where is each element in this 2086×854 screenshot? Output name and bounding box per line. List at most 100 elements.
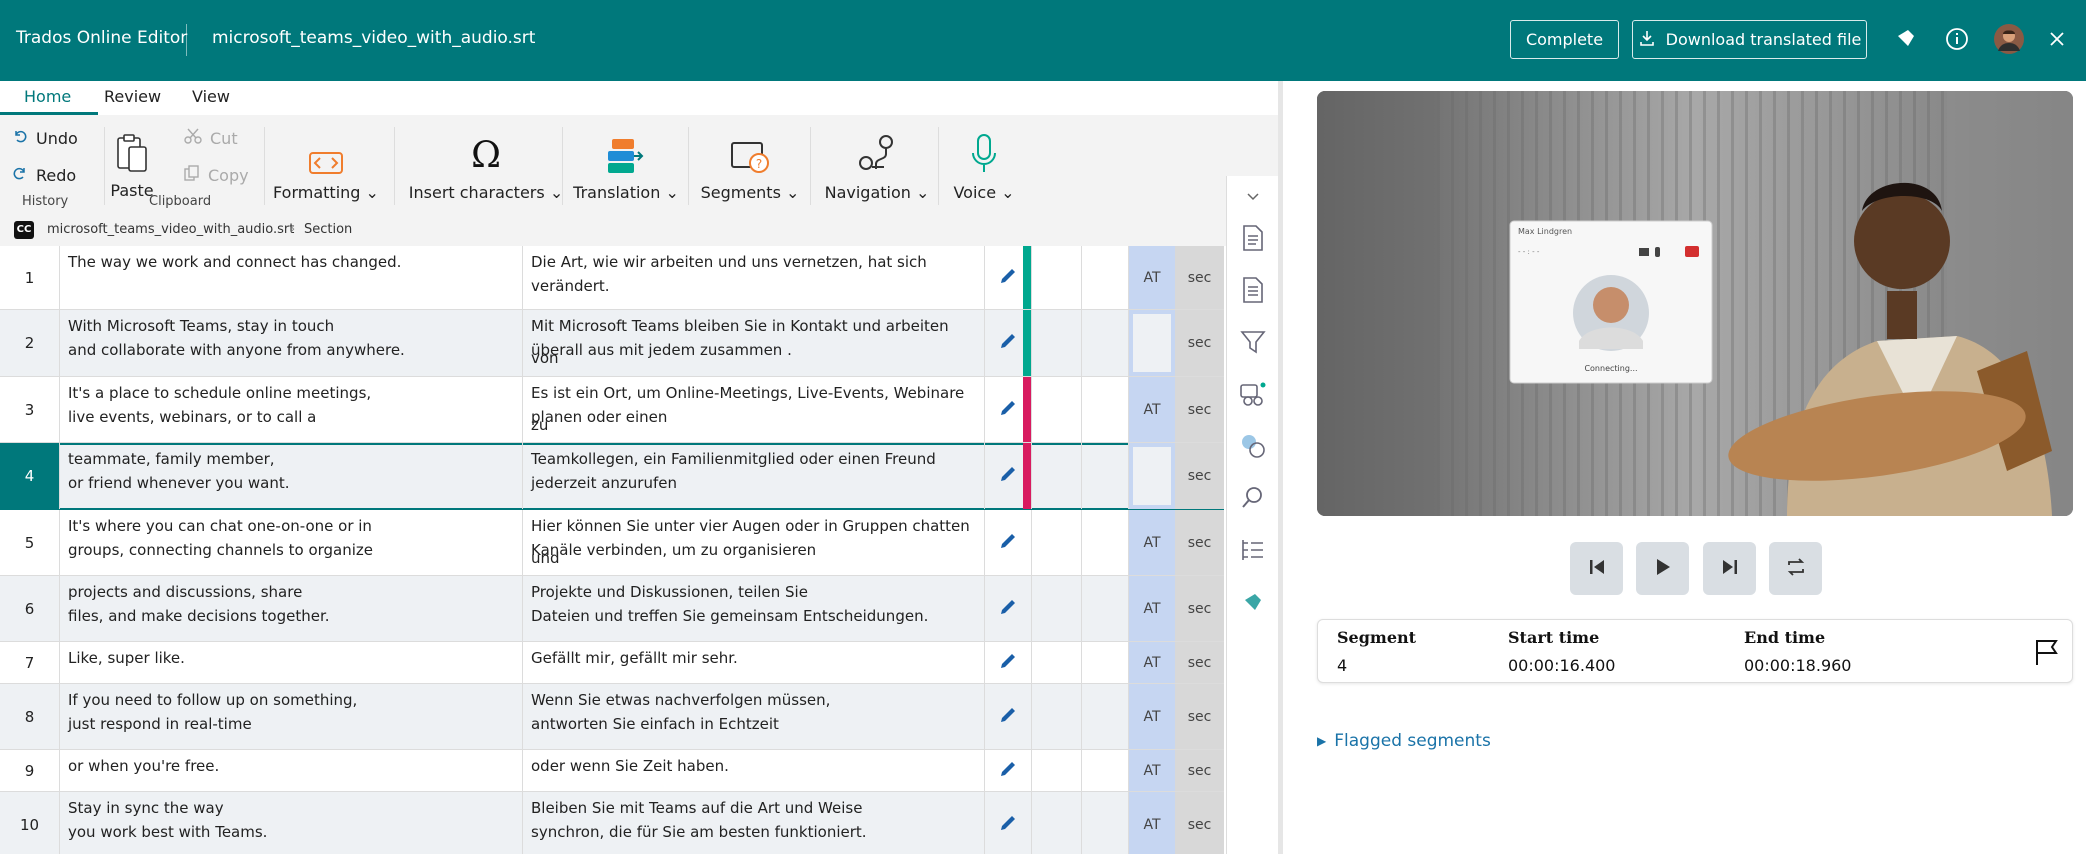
document-icon[interactable]: [1239, 224, 1267, 252]
segment-row[interactable]: 1 The way we work and connect has change…: [0, 246, 1224, 310]
breadcrumb-separator: ›: [290, 222, 296, 237]
next-segment-button[interactable]: [1703, 542, 1756, 595]
copy-button[interactable]: Copy: [184, 165, 249, 185]
previous-segment-button[interactable]: [1570, 542, 1623, 595]
flagged-segments-label: Flagged segments: [1334, 731, 1491, 751]
confirmation-status-bar: [1023, 377, 1031, 442]
segment-row[interactable]: 3 It's a place to schedule online meetin…: [0, 377, 1224, 443]
edit-segment-button[interactable]: [985, 750, 1032, 791]
status-label: AT: [1143, 762, 1161, 779]
voice-button[interactable]: Voice ⌄: [948, 125, 1020, 202]
navigation-button[interactable]: Navigation ⌄: [822, 125, 932, 202]
origin-cell: AT: [1129, 510, 1175, 575]
undo-button[interactable]: Undo: [12, 128, 78, 148]
segment-row[interactable]: 6 projects and discussions, share files, …: [0, 576, 1224, 642]
insert-characters-button[interactable]: Ω Insert characters ⌄: [406, 125, 566, 203]
ribbon-divider: [938, 127, 939, 205]
lock-column: [1082, 377, 1129, 442]
target-cell[interactable]: Bleiben Sie mit Teams auf die Art und We…: [523, 792, 985, 854]
omega-icon: Ω: [471, 135, 501, 176]
call-window-name: Max Lindgren: [1518, 227, 1572, 236]
segment-number: 10: [0, 792, 60, 854]
edit-segment-button[interactable]: [985, 684, 1032, 749]
tab-view[interactable]: View: [192, 87, 230, 106]
breadcrumb-section[interactable]: Section: [304, 222, 352, 237]
segment-row[interactable]: 8 If you need to follow up on something,…: [0, 684, 1224, 750]
svg-text:?: ?: [756, 157, 762, 171]
redo-button[interactable]: Redo: [12, 165, 76, 185]
segment-row[interactable]: 9 or when you're free. oder wenn Sie Zei…: [0, 750, 1224, 792]
document-list-icon[interactable]: [1239, 276, 1267, 304]
time-unit-cell: sec: [1175, 443, 1224, 509]
confirmation-status-bar: [1023, 310, 1031, 376]
comments-users-icon[interactable]: [1239, 432, 1267, 460]
flagged-segments-toggle[interactable]: ▶ Flagged segments: [1317, 731, 1491, 751]
target-cell[interactable]: Es ist ein Ort, um Online-Meetings, Live…: [523, 377, 985, 442]
tab-home[interactable]: Home: [24, 87, 71, 106]
video-player[interactable]: Max Lindgren - - : - - Connecting...: [1317, 91, 2073, 516]
complete-button[interactable]: Complete: [1510, 20, 1619, 59]
machine-translation-icon[interactable]: [1239, 380, 1267, 408]
video-frame: Max Lindgren - - : - - Connecting...: [1317, 91, 2073, 516]
formatting-button[interactable]: Formatting ⌄: [273, 125, 379, 202]
filter-icon[interactable]: [1239, 328, 1267, 356]
history-group-label: History: [22, 194, 69, 209]
close-icon[interactable]: [2040, 22, 2074, 56]
ribbon-divider: [104, 127, 105, 205]
target-cell[interactable]: oder wenn Sie Zeit haben.: [523, 750, 985, 791]
segments-button[interactable]: ? Segments ⌄: [700, 125, 800, 202]
ribbon-divider: [264, 127, 265, 205]
segment-number: 7: [0, 642, 60, 683]
edit-segment-button[interactable]: [985, 510, 1032, 575]
segment-row[interactable]: 4 teammate, family member, or friend when…: [0, 443, 1224, 510]
origin-cell: AT: [1129, 377, 1175, 442]
download-translated-file-button[interactable]: Download translated file: [1632, 20, 1867, 59]
breadcrumb-file[interactable]: microsoft_teams_video_with_audio.srt: [47, 222, 294, 237]
pin-icon[interactable]: [1888, 22, 1922, 56]
target-cell[interactable]: Die Art, wie wir arbeiten und uns vernet…: [523, 246, 985, 309]
chevron-down-icon: ⌄: [1001, 183, 1015, 202]
paste-button[interactable]: Paste: [110, 123, 154, 200]
info-icon[interactable]: [1940, 22, 1974, 56]
segment-number: 2: [0, 310, 60, 376]
file-name: microsoft_teams_video_with_audio.srt: [212, 28, 536, 48]
start-time-value: 00:00:16.400: [1508, 656, 1616, 675]
target-cell[interactable]: Gefällt mir, gefällt mir sehr.: [523, 642, 985, 683]
target-cell[interactable]: Mit Microsoft Teams bleiben Sie in Konta…: [523, 310, 985, 376]
target-cell[interactable]: Hier können Sie unter vier Augen oder in…: [523, 510, 985, 575]
play-button[interactable]: [1636, 542, 1689, 595]
translation-button[interactable]: Translation ⌄: [573, 125, 679, 202]
time-unit-cell: sec: [1175, 792, 1224, 854]
search-icon[interactable]: [1239, 484, 1267, 512]
flag-icon[interactable]: [2034, 638, 2060, 670]
structure-list-icon[interactable]: [1239, 536, 1267, 564]
target-cell[interactable]: Teamkollegen, ein Familienmitglied oder …: [523, 443, 985, 509]
caret-right-icon: ▶: [1317, 734, 1327, 748]
collapse-ribbon-chevron-icon[interactable]: [1239, 182, 1267, 210]
origin-cell: AT: [1129, 576, 1175, 641]
cut-button[interactable]: Cut: [184, 128, 238, 148]
segment-header: Segment: [1337, 628, 1417, 647]
target-cell[interactable]: Wenn Sie etwas nachverfolgen müssen, antw…: [523, 684, 985, 749]
pencil-icon: [998, 705, 1018, 729]
segment-row[interactable]: 7 Like, super like. Gefällt mir, gefällt…: [0, 642, 1224, 684]
segment-row[interactable]: 10 Stay in sync the way you work best wit…: [0, 792, 1224, 854]
lock-column: [1082, 510, 1129, 575]
redo-icon: [12, 165, 28, 185]
loop-button[interactable]: [1769, 542, 1822, 595]
wall-stripe: [1717, 91, 1720, 516]
ribbon-divider: [810, 127, 811, 205]
wall-stripe: [1493, 91, 1496, 516]
target-line: antworten Sie einfach in Echtzeit: [531, 715, 779, 733]
status-label: AT: [1143, 654, 1161, 671]
pin-panel-icon[interactable]: [1239, 588, 1267, 616]
edit-segment-button[interactable]: [985, 642, 1032, 683]
target-cell[interactable]: Projekte und Diskussionen, teilen Sie Dat…: [523, 576, 985, 641]
edit-segment-button[interactable]: [985, 792, 1032, 854]
segment-row[interactable]: 2 With Microsoft Teams, stay in touch and…: [0, 310, 1224, 377]
tab-review[interactable]: Review: [104, 87, 161, 106]
avatar[interactable]: [1992, 22, 2026, 56]
segment-row[interactable]: 5 It's where you can chat one-on-one or …: [0, 510, 1224, 576]
source-line: The way we work and connect has changed.: [68, 253, 402, 271]
edit-segment-button[interactable]: [985, 576, 1032, 641]
